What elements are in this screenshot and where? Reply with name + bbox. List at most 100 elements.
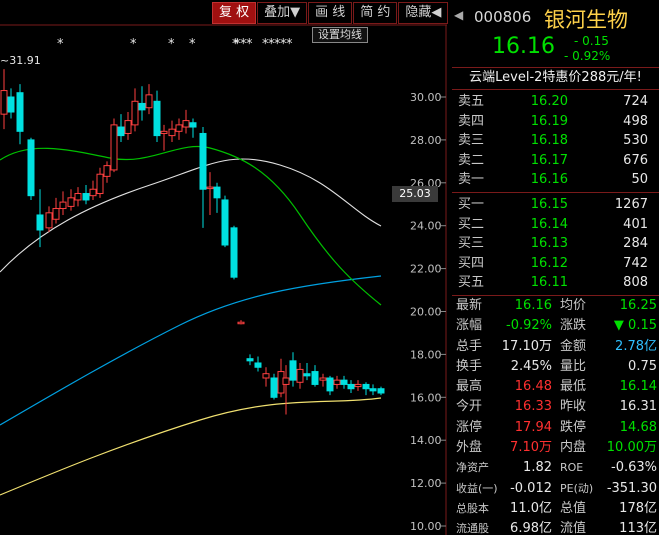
bid-row[interactable]: 买二 16.14 401 xyxy=(452,215,659,235)
bid-row[interactable]: 买三 16.13 284 xyxy=(452,234,659,254)
simple-mode-button[interactable]: 简 约 xyxy=(353,2,398,24)
stat-value: -0.92% xyxy=(506,318,552,334)
candle-down xyxy=(27,139,35,197)
candle-up xyxy=(103,165,111,177)
overlay-button[interactable]: 叠加▼ xyxy=(257,2,308,24)
candle-up xyxy=(131,100,139,126)
level-price: 16.12 xyxy=(530,255,568,271)
stat-label: ROE xyxy=(560,461,584,475)
level-volume: 284 xyxy=(623,236,648,252)
stat-label: 跌停 xyxy=(560,419,587,435)
stat-label: 今开 xyxy=(456,399,483,415)
y-tick-label: 24.00 xyxy=(410,220,442,233)
ask-row[interactable]: 卖三 16.18 530 xyxy=(452,131,659,151)
level-price: 16.14 xyxy=(530,216,568,232)
candle-up xyxy=(59,201,67,210)
bid-row[interactable]: 买一 16.15 1267 xyxy=(452,195,659,215)
level-price: 16.15 xyxy=(530,196,568,212)
level-volume: 50 xyxy=(631,172,648,188)
stat-value: -351.30 xyxy=(606,480,657,496)
hide-panel-button[interactable]: 隐藏◀ xyxy=(398,2,449,24)
candle-down xyxy=(246,358,254,362)
stat-value: -0.012 xyxy=(510,480,552,496)
candle-up xyxy=(96,173,104,195)
candle-down xyxy=(7,96,15,113)
adjust-rights-button[interactable]: 复 权 xyxy=(212,2,257,24)
ask-row[interactable]: 卖一 16.16 50 xyxy=(452,170,659,190)
candle-down xyxy=(230,227,238,278)
stats-row: 最新 16.16 均价 16.25 xyxy=(452,296,659,316)
stat-value: ▼ 0.15 xyxy=(613,318,657,334)
candle-up xyxy=(160,130,168,134)
ask-row[interactable]: 卖四 16.19 498 xyxy=(452,112,659,132)
draw-line-button[interactable]: 画 线 xyxy=(308,2,353,24)
price-change-pct: - 0.92% xyxy=(564,49,611,63)
stat-value: 17.10万 xyxy=(501,338,552,354)
level-volume: 676 xyxy=(623,152,648,168)
bid-list: 买一 16.15 1267 买二 16.14 401 买三 16.13 284 买四 16.12 74… xyxy=(452,193,659,296)
bid-row[interactable]: 买五 16.11 808 xyxy=(452,273,659,293)
candle-up xyxy=(282,377,290,385)
candle-down xyxy=(369,388,377,392)
candle-down xyxy=(270,377,278,398)
level2-promo-link[interactable]: 云端Level-2特惠价288元/年! xyxy=(452,68,659,90)
ask-row[interactable]: 卖五 16.20 724 xyxy=(452,92,659,112)
level-volume: 742 xyxy=(623,255,648,271)
y-tick-label: 18.00 xyxy=(410,348,442,361)
candle-up xyxy=(333,379,341,385)
stat-label: 涨停 xyxy=(456,419,483,435)
stat-value: 2.45% xyxy=(510,358,552,374)
stat-value: 16.31 xyxy=(619,399,657,415)
chart-toolbar: 复 权 叠加▼ 画 线 简 约 隐藏◀ xyxy=(211,2,449,24)
event-marker-icon: * xyxy=(130,37,137,52)
stat-label: 涨跌 xyxy=(560,318,587,334)
stat-value: 7.10万 xyxy=(510,440,552,456)
stat-value: 2.78亿 xyxy=(615,338,657,354)
bid-row[interactable]: 买四 16.12 742 xyxy=(452,254,659,274)
event-marker-icon: * xyxy=(168,37,175,52)
candle-down xyxy=(289,360,297,381)
candle-down xyxy=(82,193,90,201)
stats-table: 最新 16.16 均价 16.25 涨幅 -0.92% 涨跌 ▼ 0.15 总手 17.10万 金额… xyxy=(452,296,659,535)
candle-down xyxy=(117,126,125,137)
prev-stock-icon[interactable]: ◀ xyxy=(454,8,463,22)
quote-header: ◀ 000806 银河生物 16.16 - 0.15 - 0.92% xyxy=(452,0,659,68)
level-label: 卖五 xyxy=(458,94,485,109)
y-tick-label: 14.00 xyxy=(410,434,442,447)
level-volume: 724 xyxy=(623,94,648,109)
candle-down xyxy=(340,379,348,385)
stat-label: 金额 xyxy=(560,338,587,354)
level-label: 买四 xyxy=(458,255,485,271)
candlestick-plot[interactable]: 30.0028.0026.0024.0022.0020.0018.0016.00… xyxy=(0,0,447,535)
stat-value: 14.68 xyxy=(619,419,657,435)
candle-down xyxy=(199,132,207,190)
event-marker-icon: * xyxy=(232,37,239,52)
event-marker-icon: * xyxy=(286,37,293,52)
stat-label: 外盘 xyxy=(456,440,483,456)
stat-label: 收益(一) xyxy=(456,481,498,495)
stat-label: 总值 xyxy=(560,500,587,516)
y-tick-label: 28.00 xyxy=(410,134,442,147)
level-volume: 808 xyxy=(623,275,648,291)
stats-row: 外盘 7.10万 内盘 10.00万 xyxy=(452,438,659,458)
stat-value: 16.48 xyxy=(514,379,552,395)
stat-label: 最新 xyxy=(456,297,483,313)
level-price: 16.20 xyxy=(530,94,568,109)
stat-label: 涨幅 xyxy=(456,318,483,334)
level-label: 买二 xyxy=(458,216,485,232)
kline-chart[interactable]: 30.00 28.00 26.00 24.00 22.00 20.00 18.00 16.00… xyxy=(0,0,449,535)
ma-settings-button[interactable]: 设置均线 xyxy=(312,27,368,43)
stat-value: 16.14 xyxy=(619,379,657,395)
stat-value: 6.98亿 xyxy=(510,521,552,535)
candle-up xyxy=(182,120,190,128)
candle-up xyxy=(296,368,304,383)
level-label: 卖三 xyxy=(458,133,485,149)
stat-label: 换手 xyxy=(456,358,483,374)
stats-row: 总股本 11.0亿 总值 178亿 xyxy=(452,499,659,519)
stat-label: 最高 xyxy=(456,379,483,395)
stat-label: 总手 xyxy=(456,338,483,354)
ask-row[interactable]: 卖二 16.17 676 xyxy=(452,151,659,171)
stat-value: 10.00万 xyxy=(606,440,657,456)
candle-up xyxy=(237,321,245,325)
candle-down xyxy=(254,362,262,368)
